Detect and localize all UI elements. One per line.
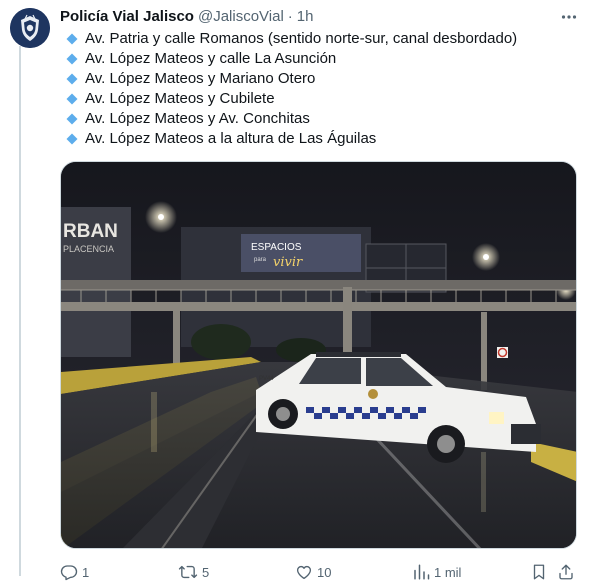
author-name[interactable]: Policía Vial Jalisco: [60, 7, 194, 27]
list-item-text: Av. López Mateos y Cubilete: [85, 90, 275, 107]
views-count: 1 mil: [434, 564, 462, 580]
list-item: Av. Patria y calle Romanos (sentido nort…: [60, 29, 583, 49]
list-item-text: Av. Patria y calle Romanos (sentido nort…: [85, 30, 518, 47]
sign-center: ESPACIOS: [251, 242, 302, 253]
bookmark-icon: [533, 564, 545, 580]
like-count: 10: [317, 564, 332, 580]
tweet-card[interactable]: Policía Vial Jalisco @JaliscoVial · 1h A…: [0, 0, 595, 583]
sign-center-sub: para: [254, 257, 267, 263]
bookmark-button[interactable]: [530, 560, 552, 583]
list-item-text: Av. López Mateos y calle La Asunción: [85, 50, 337, 67]
author-handle[interactable]: @JaliscoVial: [198, 7, 284, 27]
more-options-button[interactable]: [559, 7, 579, 27]
small-blue-diamond-icon: [64, 132, 79, 147]
retweet-button[interactable]: 5: [178, 560, 209, 583]
night-street-photo: RBAN PLACENCIA ESPACIOS para vivir PV44: [61, 162, 576, 548]
retweet-icon: [178, 565, 198, 579]
trees: [191, 324, 251, 360]
sign-left: RBAN: [63, 221, 118, 242]
list-item: Av. López Mateos y Mariano Otero: [60, 69, 583, 89]
sign-center-script: vivir: [273, 255, 303, 270]
share-button[interactable]: [557, 560, 579, 583]
bridge-pillar: [481, 312, 487, 390]
list-item-text: Av. López Mateos y Mariano Otero: [85, 70, 316, 87]
views-chart-icon: [414, 564, 430, 580]
heart-icon: [296, 565, 312, 580]
list-item: Av. López Mateos y Av. Conchitas: [60, 109, 583, 129]
small-blue-diamond-icon: [64, 112, 79, 127]
police-badge-icon: [10, 8, 50, 48]
bridge-deck: [61, 302, 576, 311]
reply-button[interactable]: 1: [60, 560, 89, 583]
reply-icon: [60, 565, 78, 581]
retweet-count: 5: [202, 564, 210, 580]
more-horizontal-icon: [561, 15, 577, 19]
list-item: Av. López Mateos a la altura de Las Águi…: [60, 129, 583, 149]
tweet-text: Av. Patria y calle Romanos (sentido nort…: [60, 29, 583, 149]
bridge-pillar: [343, 287, 352, 357]
like-button[interactable]: 10: [295, 560, 331, 583]
list-item-text: Av. López Mateos y Av. Conchitas: [85, 110, 310, 127]
small-blue-diamond-icon: [64, 52, 79, 67]
tweet-header: Policía Vial Jalisco @JaliscoVial · 1h: [60, 7, 583, 27]
action-bar: 1 5 10 1 mil: [60, 560, 582, 583]
views-button[interactable]: 1 mil: [412, 560, 461, 583]
list-item: Av. López Mateos y calle La Asunción: [60, 49, 583, 69]
sign-left-sub: PLACENCIA: [63, 244, 114, 254]
small-blue-diamond-icon: [64, 92, 79, 107]
list-item: Av. López Mateos y Cubilete: [60, 89, 583, 109]
avatar[interactable]: [10, 8, 50, 48]
vehicle-unit-label: PV44: [259, 376, 274, 382]
timestamp[interactable]: 1h: [297, 7, 314, 27]
pedestrian-bridge: [61, 280, 576, 290]
bridge-pillar: [173, 311, 180, 369]
small-blue-diamond-icon: [64, 32, 79, 47]
small-blue-diamond-icon: [64, 72, 79, 87]
reply-count: 1: [82, 564, 90, 580]
thread-line: [19, 46, 21, 576]
list-item-text: Av. López Mateos a la altura de Las Águi…: [85, 130, 377, 147]
separator-dot: ·: [287, 8, 293, 25]
avatar-column: [10, 8, 52, 48]
share-icon: [559, 564, 573, 580]
tweet-photo[interactable]: RBAN PLACENCIA ESPACIOS para vivir PV44: [60, 161, 577, 549]
